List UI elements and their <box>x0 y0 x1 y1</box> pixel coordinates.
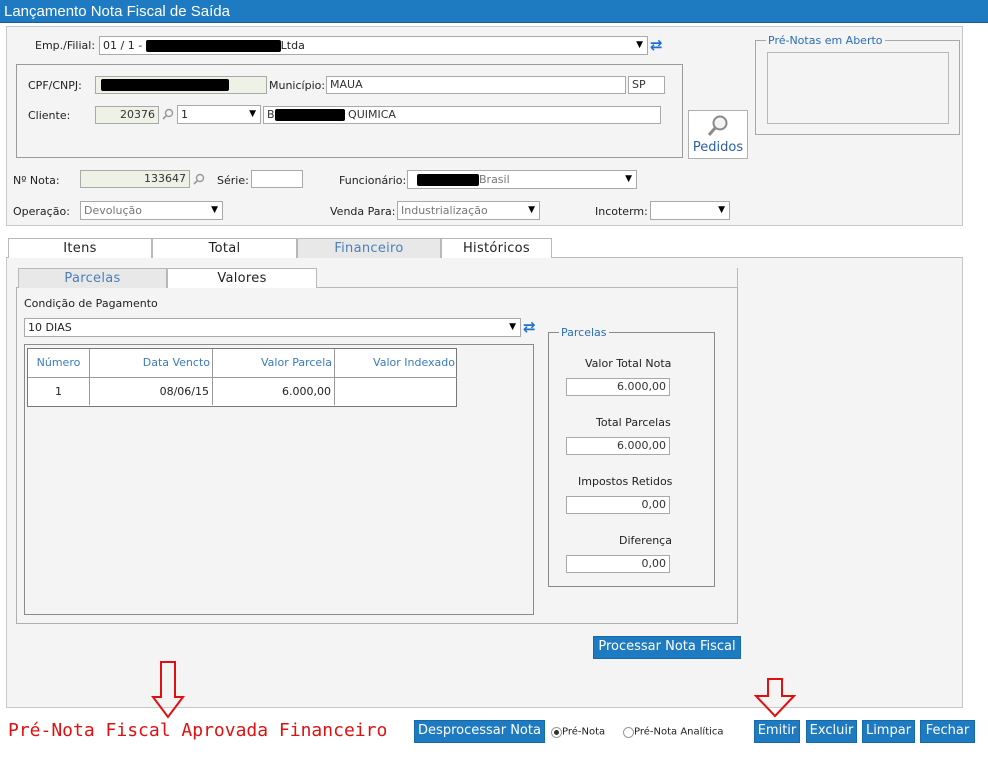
venda-para-select[interactable]: Industrialização ▼ <box>397 201 540 220</box>
grid-cell-numero[interactable]: 1 <box>28 377 90 405</box>
search-icon <box>707 115 728 136</box>
total-parcelas-label: Total Parcelas <box>596 416 671 429</box>
nota-field[interactable]: 133647 <box>80 170 190 188</box>
fechar-button[interactable]: Fechar <box>920 720 975 743</box>
nota-label: Nº Nota: <box>13 174 60 187</box>
subtab-edge <box>737 268 738 288</box>
pre-notas-list[interactable] <box>767 52 949 124</box>
search-icon[interactable] <box>162 108 174 120</box>
impostos-field[interactable]: 0,00 <box>566 496 670 514</box>
grid-cell-data-vencto[interactable]: 08/06/15 <box>90 377 213 405</box>
grid-header-data-vencto[interactable]: Data Vencto <box>90 349 213 377</box>
cliente-name-field[interactable]: B QUIMICA <box>263 106 661 124</box>
tab-total[interactable]: Total <box>152 238 297 258</box>
cliente-loja-select[interactable]: 1 ▼ <box>177 105 261 124</box>
cliente-label: Cliente: <box>28 109 71 122</box>
radio-pre-nota[interactable]: Pré-Nota <box>551 725 605 738</box>
limpar-button[interactable]: Limpar <box>862 720 915 743</box>
operacao-select[interactable]: Devolução ▼ <box>80 201 223 220</box>
municipio-label: Município: <box>269 79 326 92</box>
funcionario-label: Funcionário: <box>339 174 407 187</box>
chevron-down-icon: ▼ <box>636 40 643 50</box>
pedidos-button[interactable]: Pedidos <box>688 110 748 159</box>
grid-header-valor-parcela[interactable]: Valor Parcela <box>213 349 335 377</box>
grid-cell-valor-parcela[interactable]: 6.000,00 <box>213 377 335 405</box>
venda-para-label: Venda Para: <box>330 205 396 218</box>
parcelas-fieldset <box>548 332 715 587</box>
window-title: Lançamento Nota Fiscal de Saída <box>0 0 988 23</box>
annotation-arrow-icon <box>151 661 185 719</box>
chevron-down-icon: ▼ <box>211 205 218 215</box>
radio-unchecked-icon <box>623 726 634 738</box>
total-parcelas-field[interactable]: 6.000,00 <box>566 437 670 455</box>
diferenca-field[interactable]: 0,00 <box>566 555 670 573</box>
chevron-down-icon: ▼ <box>528 205 535 215</box>
subtab-valores[interactable]: Valores <box>167 268 317 288</box>
incoterm-select[interactable]: ▼ <box>650 201 730 220</box>
grid-cell-valor-indexado[interactable] <box>335 377 457 405</box>
grid-header-numero[interactable]: Número <box>28 349 90 377</box>
parcelas-grid: Número Data Vencto Valor Parcela Valor I… <box>27 348 457 407</box>
valor-total-label: Valor Total Nota <box>585 357 672 370</box>
desprocessar-nota-button[interactable]: Desprocessar Nota <box>414 720 545 743</box>
operacao-label: Operação: <box>13 205 70 218</box>
cpf-cnpj-label: CPF/CNPJ: <box>28 79 82 92</box>
chevron-down-icon: ▼ <box>509 322 516 332</box>
emp-filial-label: Emp./Filial: <box>35 39 96 52</box>
subtab-strip-line <box>317 287 738 288</box>
pre-notas-legend: Pré-Notas em Aberto <box>766 34 885 47</box>
tab-financeiro[interactable]: Financeiro <box>297 238 441 258</box>
condicao-select[interactable]: 10 DIAS ▼ <box>24 318 521 337</box>
serie-label: Série: <box>217 174 249 187</box>
annotation-text: Pré-Nota Fiscal Aprovada Financeiro <box>8 720 388 741</box>
impostos-label: Impostos Retidos <box>578 475 673 488</box>
parcelas-legend: Parcelas <box>559 326 609 339</box>
radio-pre-nota-analitica[interactable]: Pré-Nota Analítica <box>623 725 724 738</box>
uf-field[interactable]: SP <box>628 76 665 94</box>
redacted-block <box>417 174 479 186</box>
redacted-block <box>101 79 229 91</box>
municipio-field[interactable]: MAUA <box>326 76 626 94</box>
tab-itens[interactable]: Itens <box>8 238 152 258</box>
annotation-arrow-icon <box>754 678 796 718</box>
grid-header-valor-indexado[interactable]: Valor Indexado <box>335 349 457 377</box>
emitir-button[interactable]: Emitir <box>754 720 800 743</box>
refresh-icon[interactable]: ⇄ <box>650 37 663 53</box>
refresh-icon[interactable]: ⇄ <box>523 319 536 335</box>
redacted-block <box>145 40 281 52</box>
search-icon[interactable] <box>193 173 205 185</box>
incoterm-label: Incoterm: <box>595 205 648 218</box>
radio-checked-icon <box>551 726 562 738</box>
cpf-cnpj-field[interactable] <box>95 76 267 94</box>
chevron-down-icon: ▼ <box>718 205 725 215</box>
processar-nota-button[interactable]: Processar Nota Fiscal <box>593 636 741 659</box>
tab-historicos[interactable]: Históricos <box>441 238 552 258</box>
valor-total-field[interactable]: 6.000,00 <box>566 378 670 396</box>
pedidos-label: Pedidos <box>692 140 744 155</box>
diferenca-label: Diferença <box>619 534 672 547</box>
funcionario-select[interactable]: Brasil ▼ <box>407 170 637 189</box>
condicao-label: Condição de Pagamento <box>24 297 158 310</box>
subtab-parcelas[interactable]: Parcelas <box>18 268 167 288</box>
redacted-block <box>274 109 345 121</box>
cliente-code-field[interactable]: 20376 <box>95 106 159 124</box>
emp-filial-select[interactable]: 01 / 1 - Ltda ▼ <box>99 36 648 55</box>
serie-field[interactable] <box>251 170 303 188</box>
excluir-button[interactable]: Excluir <box>806 720 857 743</box>
chevron-down-icon: ▼ <box>249 109 256 119</box>
chevron-down-icon: ▼ <box>625 174 632 184</box>
